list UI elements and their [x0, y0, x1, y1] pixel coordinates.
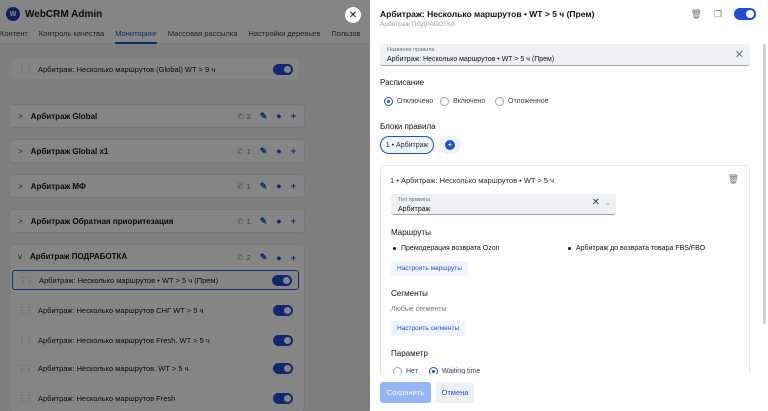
schedule-option-off[interactable]: Отключено	[384, 97, 433, 106]
route-name: Арбитраж до возврата товара FBS/FBO	[576, 245, 706, 252]
blocks-label: Блоки правила	[380, 122, 436, 131]
routes-label: Маршруты	[391, 228, 431, 237]
schedule-option-label: Отложенное	[508, 98, 549, 105]
chevron-down-icon[interactable]: ⌄	[604, 198, 611, 207]
schedule-option-delayed[interactable]: Отложенное	[495, 97, 549, 106]
trash-icon[interactable]: 🗑	[728, 174, 739, 185]
schedule-option-label: Отключено	[397, 98, 434, 105]
block-card-title: 1 • Арбитраж: Несколько маршрутов • WT >…	[390, 176, 555, 185]
close-icon: ✕	[348, 9, 358, 21]
cancel-button[interactable]: Отмена	[436, 382, 474, 403]
route-item: Арбитраж до возврата товара FBS/FBO	[568, 245, 705, 252]
rule-name-field[interactable]: Название правила Арбитраж: Несколько мар…	[380, 44, 750, 66]
parameter-label: Параметр	[391, 349, 428, 358]
modal-backdrop[interactable]	[0, 0, 370, 411]
route-name: Премодерация возврата Ozon	[401, 245, 500, 252]
schedule-label: Расписание	[380, 78, 425, 87]
clear-icon[interactable]: ✕	[735, 48, 744, 61]
drawer-title: Арбитраж: Несколько маршрутов • WT > 5 ч…	[380, 9, 595, 19]
rule-name-value: Арбитраж: Несколько маршрутов • WT > 5 ч…	[387, 56, 555, 63]
configure-routes-button[interactable]: Настроить маршруты	[391, 261, 468, 276]
close-drawer-button[interactable]: ✕	[345, 7, 361, 23]
segments-label: Сегменты	[391, 289, 428, 298]
rule-type-label: Тип правила	[398, 197, 431, 203]
rule-name-label: Название правила	[387, 47, 435, 53]
schedule-option-on[interactable]: Включено	[440, 97, 485, 106]
schedule-option-label: Включено	[453, 98, 486, 105]
trash-icon[interactable]: 🗑	[690, 9, 701, 20]
configure-segments-button[interactable]: Настроить сегменты	[391, 321, 466, 336]
drawer-scrollbar[interactable]	[763, 44, 766, 324]
route-item: Премодерация возврата Ozon	[393, 245, 500, 252]
save-button[interactable]: Сохранить	[380, 382, 431, 403]
drawer-header-actions: 🗑 ❐	[690, 8, 756, 20]
app-root: W WebCRM Admin Контент Контроль качества…	[0, 0, 768, 411]
drawer-footer: Сохранить Отмена	[370, 374, 768, 411]
segments-value: Любые сегменты	[391, 306, 447, 313]
rule-type-select[interactable]: Тип правила Арбитраж ✕ ⌄	[391, 194, 616, 215]
block-card: 1 • Арбитраж: Несколько маршрутов • WT >…	[380, 165, 750, 380]
radio-icon	[440, 97, 449, 106]
radio-icon	[384, 97, 393, 106]
add-icon: +	[445, 140, 455, 150]
copy-icon[interactable]: ❐	[714, 9, 722, 20]
radio-icon	[495, 97, 504, 106]
block-chip[interactable]: 1 • Арбитраж	[380, 136, 434, 154]
rule-drawer: Арбитраж: Несколько маршрутов • WT > 5 ч…	[370, 0, 768, 411]
add-block-button[interactable]: +	[439, 136, 461, 154]
drawer-subtitle: Арбитраж ПОДРАБОТКА	[380, 21, 456, 28]
clear-icon[interactable]: ✕	[592, 197, 600, 208]
rule-type-value: Арбитраж	[398, 206, 431, 213]
rule-enabled-toggle[interactable]	[734, 8, 756, 20]
